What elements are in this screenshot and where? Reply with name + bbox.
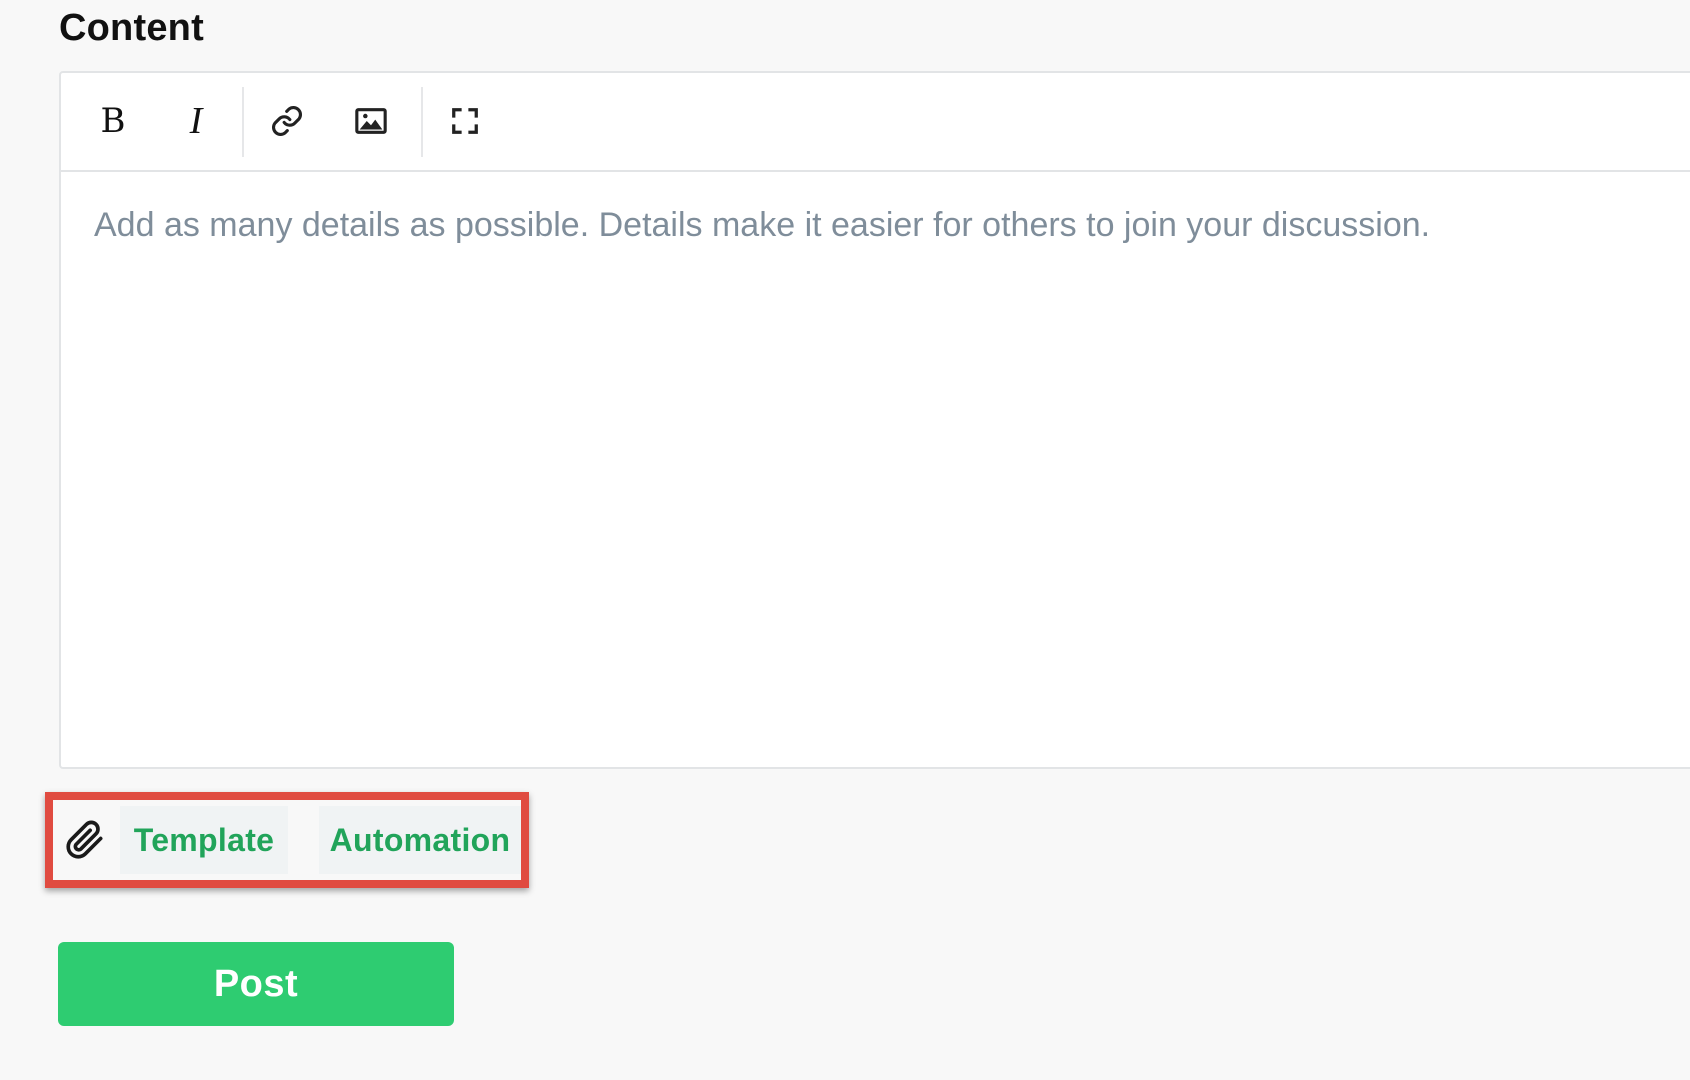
italic-button[interactable]: I <box>166 91 226 151</box>
image-button[interactable] <box>341 91 401 151</box>
link-icon <box>272 106 302 136</box>
bold-button-label: B <box>100 101 126 141</box>
automation-button[interactable]: Automation <box>319 806 521 874</box>
editor-actions-highlight: Template Automation <box>45 792 529 888</box>
bold-button[interactable]: B <box>83 91 143 151</box>
italic-button-label: I <box>189 100 203 142</box>
content-form: Content B I Add as many details as possi… <box>0 0 1690 1080</box>
paperclip-icon <box>66 820 103 859</box>
markdown-editor: B I Add as many details as possible. Det… <box>59 71 1690 769</box>
link-button[interactable] <box>257 91 317 151</box>
section-title: Content <box>59 7 204 49</box>
toolbar-divider <box>421 87 423 157</box>
editor-toolbar: B I <box>61 73 1690 172</box>
editor-textarea[interactable]: Add as many details as possible. Details… <box>94 203 1690 247</box>
toolbar-divider <box>242 87 244 157</box>
image-icon <box>355 108 387 134</box>
template-button[interactable]: Template <box>120 806 288 874</box>
fullscreen-button[interactable] <box>435 91 495 151</box>
fullscreen-icon <box>452 108 478 134</box>
post-button[interactable]: Post <box>58 942 454 1026</box>
attach-button[interactable] <box>61 816 109 864</box>
